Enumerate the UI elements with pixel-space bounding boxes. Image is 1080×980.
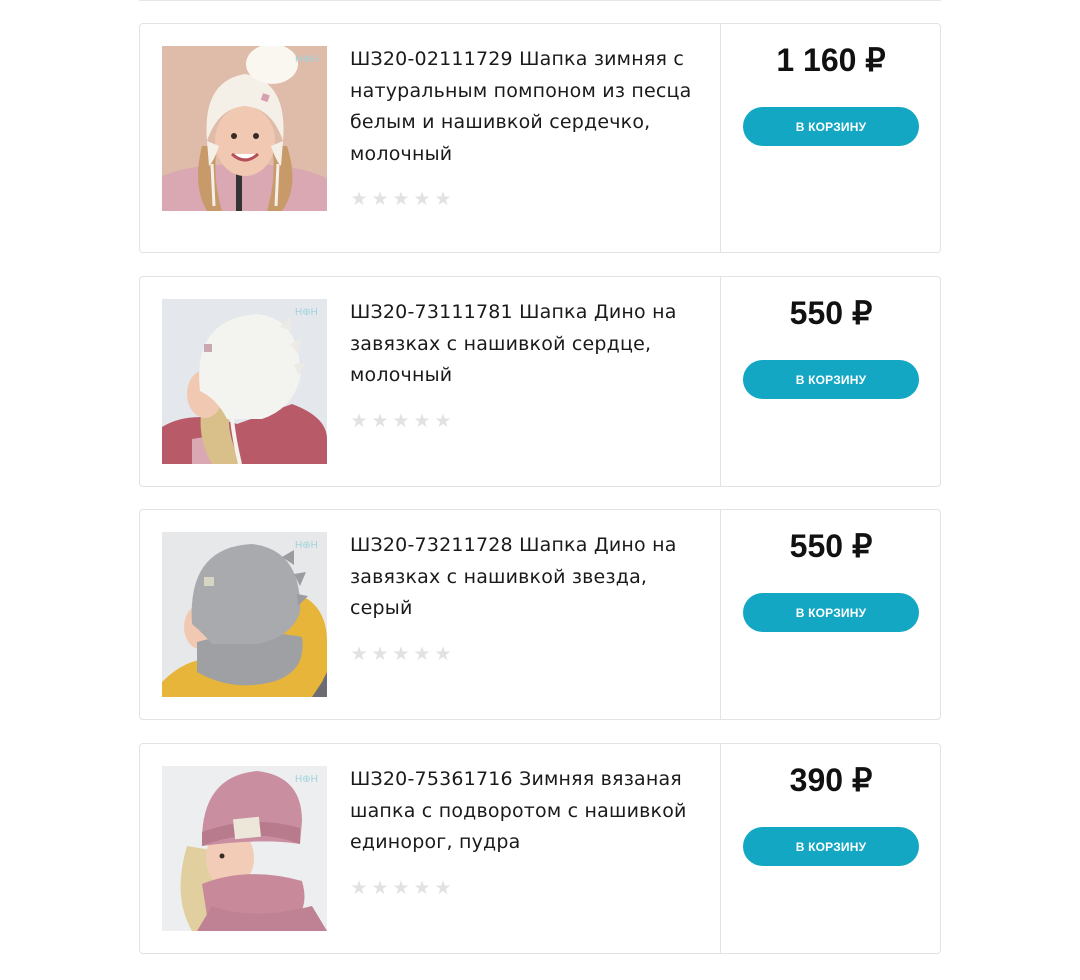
- rating-stars[interactable]: ★ ★ ★ ★ ★: [350, 412, 700, 431]
- star-icon[interactable]: ★: [371, 412, 389, 431]
- price-panel: 550 ₽ В КОРЗИНУ: [720, 510, 941, 719]
- star-icon[interactable]: ★: [434, 645, 452, 664]
- rating-stars[interactable]: ★ ★ ★ ★ ★: [350, 879, 700, 898]
- svg-text:H⊕H: H⊕H: [295, 540, 318, 551]
- svg-text:H⊕H: H⊕H: [295, 54, 318, 65]
- product-price: 390 ₽: [789, 762, 873, 798]
- product-price: 550 ₽: [789, 295, 873, 331]
- product-photo-girl-white-pompom-hat: H⊕H: [162, 46, 327, 211]
- product-image[interactable]: H⊕H: [162, 46, 327, 211]
- product-photo-child-grey-dino-hat: H⊕H: [162, 532, 327, 697]
- star-icon[interactable]: ★: [350, 412, 368, 431]
- product-photo-girl-pink-knit-hat: H⊕H: [162, 766, 327, 931]
- add-to-cart-button[interactable]: В КОРЗИНУ: [743, 827, 919, 866]
- star-icon[interactable]: ★: [413, 412, 431, 431]
- star-icon[interactable]: ★: [371, 190, 389, 209]
- product-title[interactable]: ШЗ20-75361716 Зимняя вязаная шапка с под…: [350, 764, 700, 859]
- product-card: H⊕H ШЗ20-75361716 Зимняя вязаная шапка с…: [139, 743, 941, 954]
- rating-stars[interactable]: ★ ★ ★ ★ ★: [350, 645, 700, 664]
- top-divider: [139, 0, 941, 1]
- price-panel: 1 160 ₽ В КОРЗИНУ: [720, 24, 941, 252]
- star-icon[interactable]: ★: [434, 190, 452, 209]
- product-card: H⊕H ШЗ20-73111781 Шапка Дино на завязках…: [139, 276, 941, 487]
- star-icon[interactable]: ★: [392, 879, 410, 898]
- product-image[interactable]: H⊕H: [162, 299, 327, 464]
- product-image[interactable]: H⊕H: [162, 766, 327, 931]
- add-to-cart-button[interactable]: В КОРЗИНУ: [743, 593, 919, 632]
- star-icon[interactable]: ★: [413, 879, 431, 898]
- star-icon[interactable]: ★: [350, 190, 368, 209]
- star-icon[interactable]: ★: [413, 645, 431, 664]
- product-title[interactable]: ШЗ20-73211728 Шапка Дино на завязках с н…: [350, 530, 700, 625]
- product-photo-girl-white-dino-hat: H⊕H: [162, 299, 327, 464]
- product-price: 550 ₽: [789, 528, 873, 564]
- star-icon[interactable]: ★: [434, 879, 452, 898]
- star-icon[interactable]: ★: [371, 879, 389, 898]
- rating-stars[interactable]: ★ ★ ★ ★ ★: [350, 190, 700, 209]
- product-price: 1 160 ₽: [776, 42, 886, 78]
- product-image[interactable]: H⊕H: [162, 532, 327, 697]
- product-title[interactable]: ШЗ20-73111781 Шапка Дино на завязках с н…: [350, 297, 700, 392]
- product-title[interactable]: ШЗ20-02111729 Шапка зимняя с натуральным…: [350, 44, 700, 170]
- star-icon[interactable]: ★: [392, 645, 410, 664]
- product-card: H⊕H ШЗ20-73211728 Шапка Дино на завязках…: [139, 509, 941, 720]
- price-panel: 390 ₽ В КОРЗИНУ: [720, 744, 941, 953]
- star-icon[interactable]: ★: [350, 879, 368, 898]
- price-panel: 550 ₽ В КОРЗИНУ: [720, 277, 941, 486]
- star-icon[interactable]: ★: [350, 645, 368, 664]
- star-icon[interactable]: ★: [434, 412, 452, 431]
- star-icon[interactable]: ★: [413, 190, 431, 209]
- svg-text:H⊕H: H⊕H: [295, 774, 318, 785]
- product-card: H⊕H ШЗ20-02111729 Шапка зимняя с натурал…: [139, 23, 941, 253]
- star-icon[interactable]: ★: [392, 412, 410, 431]
- add-to-cart-button[interactable]: В КОРЗИНУ: [743, 107, 919, 146]
- add-to-cart-button[interactable]: В КОРЗИНУ: [743, 360, 919, 399]
- svg-text:H⊕H: H⊕H: [295, 307, 318, 318]
- star-icon[interactable]: ★: [392, 190, 410, 209]
- star-icon[interactable]: ★: [371, 645, 389, 664]
